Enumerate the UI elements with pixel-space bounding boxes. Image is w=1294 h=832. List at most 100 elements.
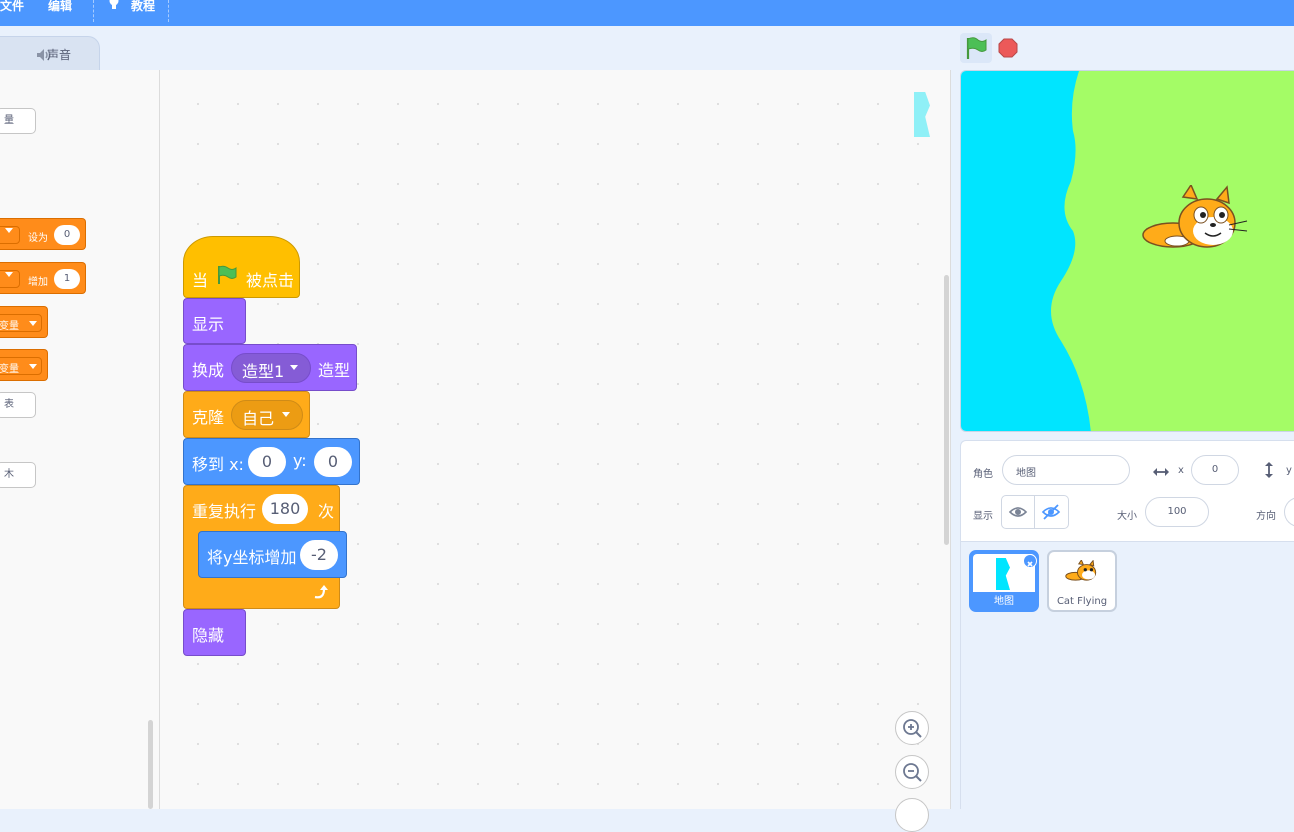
clone-label: 克隆 [192, 408, 225, 427]
hide-variable-label: 变量 [0, 364, 19, 375]
sprite-card-map[interactable]: 地图 [969, 550, 1039, 612]
repeat-inner-arm [184, 531, 198, 578]
switch-costume-block[interactable]: 换成 造型1 造型 [183, 344, 357, 391]
palette-hide-variable-block[interactable]: 变量 [0, 349, 48, 381]
stop-button[interactable] [998, 38, 1018, 58]
direction-label: 方向 [1256, 511, 1276, 522]
caret-down-icon [282, 412, 290, 417]
change-label: 增加 [28, 277, 48, 288]
clone-target-dropdown[interactable]: 自己 [231, 400, 303, 430]
variable-dropdown[interactable] [0, 226, 20, 244]
sprite-size-value: 100 [1167, 506, 1187, 517]
x-label: x [1178, 465, 1184, 476]
lightbulb-icon [106, 0, 122, 16]
cat-sprite[interactable] [1141, 183, 1251, 269]
repeat-arrow-icon [312, 584, 330, 606]
menu-separator [168, 0, 169, 22]
change-y-label: 将y坐标增加 [207, 548, 297, 567]
green-flag-icon [966, 37, 987, 59]
y-label: y [1286, 465, 1292, 476]
stop-icon [998, 38, 1018, 58]
show-label: 显示 [973, 511, 993, 522]
caret-down-icon [290, 365, 298, 370]
change-y-input[interactable]: -2 [300, 540, 338, 570]
caret-down-icon [29, 364, 37, 369]
menu-edit[interactable]: 编辑 [48, 0, 72, 14]
hide-sprite-button[interactable] [1035, 495, 1069, 529]
green-flag-icon [216, 265, 238, 289]
tab-sound-label: 声音 [47, 48, 72, 62]
tab-sound[interactable]: 声音 [0, 36, 100, 70]
palette-show-variable-block[interactable]: 变量 [0, 306, 48, 338]
make-list-button[interactable]: 表 [0, 392, 36, 418]
switch-suffix-label: 造型 [318, 361, 351, 380]
palette-change-variable-block[interactable]: 增加 1 [0, 262, 86, 294]
sprite-card-name: Cat Flying [1056, 596, 1108, 607]
sprite-name-value: 地图 [1016, 468, 1036, 479]
palette-set-variable-block[interactable]: 设为 0 [0, 218, 86, 250]
go-to-xy-block[interactable]: 移到 x: 0 y: 0 [183, 438, 360, 485]
zoom-out-button[interactable] [895, 755, 929, 789]
sprite-info-panel: 角色 地图 x 0 y 显示 大小 100 方向 [960, 440, 1294, 542]
horizontal-arrows-icon [1152, 463, 1170, 482]
green-flag-button[interactable] [960, 33, 992, 63]
set-label: 设为 [28, 233, 48, 244]
sprite-direction-input[interactable] [1284, 497, 1294, 527]
variable-dropdown[interactable]: 变量 [0, 357, 42, 375]
costume-dropdown[interactable]: 造型1 [231, 353, 311, 383]
make-block-button[interactable]: 木 [0, 462, 36, 488]
stage[interactable] [960, 70, 1294, 432]
repeat-count-input[interactable]: 180 [262, 494, 308, 524]
vertical-arrows-icon [1263, 461, 1275, 483]
code-area-scrollbar[interactable] [944, 275, 949, 545]
menu-tutorials[interactable]: 教程 [131, 0, 155, 14]
zoom-reset-button[interactable] [895, 798, 929, 832]
variable-dropdown[interactable]: 变量 [0, 314, 42, 332]
show-label: 显示 [192, 315, 225, 334]
costume-name: 造型1 [242, 362, 285, 381]
sprite-list: 地图 Cat Flying [960, 542, 1294, 809]
switch-prefix-label: 换成 [192, 361, 225, 380]
zoom-out-icon [903, 763, 922, 782]
x-input[interactable]: 0 [248, 447, 286, 477]
clone-target: 自己 [242, 409, 275, 428]
goto-y-label: y: [293, 451, 307, 470]
repeat-suffix-label: 次 [318, 502, 335, 521]
menu-separator [93, 0, 94, 22]
sprite-size-input[interactable]: 100 [1145, 497, 1209, 527]
show-block[interactable]: 显示 [183, 298, 246, 344]
hide-block[interactable]: 隐藏 [183, 609, 246, 656]
change-value-input[interactable]: 1 [54, 269, 80, 289]
block-palette: 量 设为 0 增加 1 变量 变量 表 木 [0, 70, 160, 809]
close-icon [1027, 561, 1033, 567]
y-input[interactable]: 0 [314, 447, 352, 477]
sprite-x-value: 0 [1211, 464, 1219, 475]
sprite-card-name: 地图 [994, 596, 1014, 607]
menu-bar: 文件 编辑 教程 [0, 0, 1294, 26]
menu-file[interactable]: 文件 [0, 0, 24, 14]
zoom-in-icon [903, 719, 922, 738]
map-thumbnail-shape [996, 558, 1010, 590]
sprite-x-input[interactable]: 0 [1191, 455, 1239, 485]
variable-dropdown[interactable] [0, 270, 20, 288]
show-variable-label: 变量 [0, 321, 19, 332]
set-value-input[interactable]: 0 [54, 225, 80, 245]
size-label: 大小 [1117, 511, 1137, 522]
caret-down-icon [5, 228, 13, 233]
palette-scrollbar[interactable] [148, 720, 153, 809]
eye-icon [1008, 507, 1028, 517]
sprite-name-input[interactable]: 地图 [1002, 455, 1130, 485]
when-label: 当 [192, 271, 209, 290]
show-sprite-button[interactable] [1001, 495, 1035, 529]
eye-slash-icon [1041, 504, 1061, 520]
sprite-name-label: 角色 [973, 469, 993, 480]
sprite-card-cat-flying[interactable]: Cat Flying [1047, 550, 1117, 612]
create-clone-block[interactable]: 克隆 自己 [183, 391, 310, 438]
repeat-label: 重复执行 [192, 502, 257, 521]
caret-down-icon [5, 272, 13, 277]
when-flag-clicked-block[interactable]: 当 被点击 [183, 236, 300, 298]
change-y-block[interactable]: 将y坐标增加 -2 [198, 531, 347, 578]
make-variable-button[interactable]: 量 [0, 108, 36, 134]
delete-sprite-button[interactable] [1023, 554, 1037, 568]
zoom-in-button[interactable] [895, 711, 929, 745]
